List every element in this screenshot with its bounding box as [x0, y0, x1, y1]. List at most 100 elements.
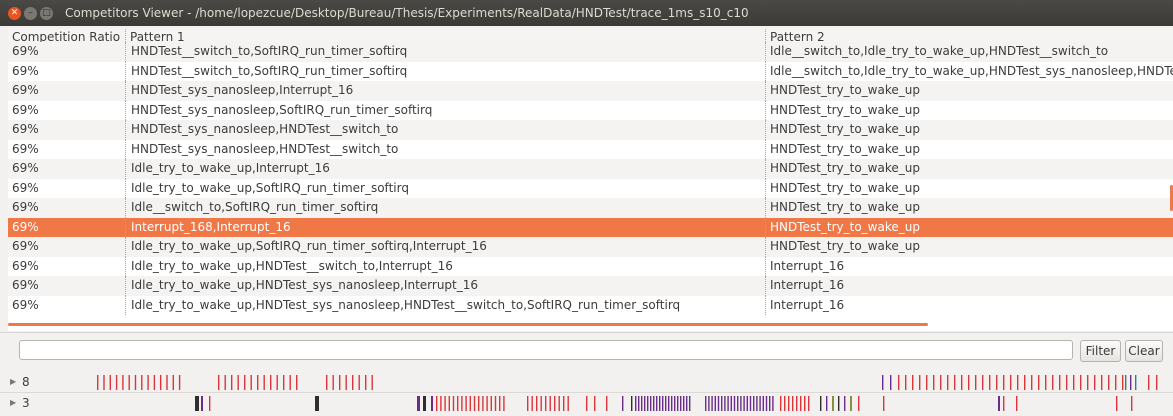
table-row[interactable]: 69% Idle_try_to_wake_up,HNDTest_sys_nanos… [8, 276, 1173, 296]
trace-event-mark [237, 375, 239, 390]
trace-event-mark [968, 375, 970, 390]
cell-pattern1: Idle_try_to_wake_up,HNDTest_sys_nanoslee… [125, 295, 765, 315]
trace-event-mark [883, 396, 885, 411]
trace-event-mark [705, 396, 707, 411]
trace-event-mark [858, 396, 860, 411]
trace-event-mark [631, 396, 633, 411]
trace-event-mark [115, 375, 118, 390]
trace-event-mark [109, 375, 111, 390]
trace-event-mark [549, 396, 551, 411]
trace-event-mark [1148, 375, 1150, 390]
table-row[interactable]: 69% HNDTest_sys_nanosleep,SoftIRQ_run_tim… [8, 100, 1173, 120]
table-row[interactable]: 69% HNDTest__switch_to,SoftIRQ_run_timer_… [8, 61, 1173, 81]
cell-pattern1: HNDTest_sys_nanosleep,HNDTest__switch_to [125, 139, 765, 159]
trace-event-mark [178, 375, 181, 390]
table-row[interactable]: 69% Idle_try_to_wake_up,SoftIRQ_run_timer… [8, 178, 1173, 198]
table-row[interactable]: 69% HNDTest__switch_to,SoftIRQ_run_timer_… [8, 42, 1173, 62]
trace-event-mark [283, 375, 285, 390]
filter-input[interactable] [19, 340, 1073, 360]
table-row[interactable]: 69% HNDTest_sys_nanosleep,HNDTest__switch… [8, 139, 1173, 159]
trace-event-mark [153, 375, 156, 390]
maximize-icon[interactable]: □ [40, 6, 53, 20]
trace-event-mark [122, 375, 124, 390]
table-row[interactable]: 69% HNDTest_sys_nanosleep,Interrupt_16 HND… [8, 81, 1173, 101]
trace-event-mark [244, 375, 246, 390]
trace-event-mark [160, 375, 162, 390]
trace-event-mark [759, 396, 761, 411]
trace-event-mark [270, 375, 272, 390]
trace-event-mark [743, 396, 745, 411]
minimize-icon[interactable]: – [24, 6, 37, 20]
trace-event-mark [554, 396, 556, 411]
close-icon[interactable]: ✕ [8, 6, 21, 20]
trace-event-mark [339, 375, 341, 390]
trace-event-mark [708, 396, 710, 411]
cell-ratio: 69% [12, 102, 39, 117]
cell-pattern2: HNDTest_try_to_wake_up [765, 120, 1173, 140]
trace-event-mark [644, 396, 646, 411]
table-row[interactable]: 69% Idle_try_to_wake_up,HNDTest_sys_nanos… [8, 295, 1173, 315]
trace-event-mark [1101, 375, 1103, 390]
trace-track-2[interactable]: ▶ 3 [0, 394, 1173, 413]
trace-event-mark [890, 375, 892, 390]
trace-event-mark [1010, 375, 1012, 390]
trace-event-mark [622, 396, 624, 411]
clear-button[interactable]: Clear [1125, 340, 1163, 362]
trace-event-mark [677, 396, 679, 411]
cell-pattern2: Interrupt_16 [765, 295, 1173, 315]
trace-event-mark [172, 375, 174, 390]
trace-event-mark [792, 396, 794, 411]
trace-event-mark [674, 396, 676, 411]
table-row[interactable]: 69% Idle_try_to_wake_up,HNDTest__switch_t… [8, 256, 1173, 276]
trace-event-mark [912, 375, 914, 390]
trace-event-mark [982, 375, 984, 390]
trace-event-mark [850, 396, 852, 411]
trace-event-mark [933, 375, 935, 390]
trace-event-mark [656, 396, 658, 411]
cell-ratio: 69% [12, 200, 39, 214]
trace-event-mark [586, 396, 588, 411]
competitors-table: Competition Ratio Pattern 1 Pattern 2 69… [8, 29, 1173, 331]
cell-ratio: 69% [12, 297, 39, 312]
cell-ratio: 69% [12, 83, 39, 97]
trace-event-mark [558, 396, 560, 411]
trace-event-mark [717, 396, 720, 411]
trace-event-mark [1031, 375, 1033, 390]
trace-event-mark [800, 396, 802, 411]
trace-event-mark [440, 396, 442, 411]
trace-event-mark [469, 396, 471, 411]
trace-event-mark [417, 396, 420, 411]
cell-pattern2: HNDTest_try_to_wake_up [765, 178, 1173, 198]
table-row[interactable]: 69% HNDTest_sys_nanosleep,HNDTest__switch… [8, 120, 1173, 140]
trace-event-mark [989, 375, 991, 390]
cell-pattern2: HNDTest_try_to_wake_up [765, 159, 1173, 179]
trace-event-mark [668, 396, 670, 411]
filter-button[interactable]: Filter [1080, 340, 1121, 362]
cell-ratio: 69% [12, 180, 39, 195]
trace-event-mark [527, 396, 529, 411]
trace-event-mark [635, 396, 637, 411]
track-events [97, 375, 1158, 390]
table-row[interactable]: 69% Interrupt_168,Interrupt_16 HNDTest_try… [8, 217, 1173, 237]
trace-event-mark [650, 396, 652, 411]
trace-event-mark [740, 396, 742, 411]
trace-event-mark [788, 396, 790, 411]
table-row[interactable]: 69% Idle__switch_to,SoftIRQ_run_timer_sof… [8, 198, 1173, 218]
trace-event-mark [482, 396, 484, 411]
horizontal-scrollbar[interactable] [8, 323, 928, 326]
trace-event-mark [1131, 396, 1133, 411]
trace-event-mark [536, 396, 538, 411]
trace-event-mark [201, 396, 203, 411]
trace-event-mark [749, 396, 752, 411]
trace-event-mark [289, 375, 291, 390]
cell-ratio: 69% [12, 278, 39, 292]
trace-event-mark [345, 375, 347, 390]
trace-event-mark [721, 396, 723, 411]
trace-track-1[interactable]: ▶ 8 [0, 373, 1173, 392]
trace-event-mark [724, 396, 726, 411]
trace-event-mark [224, 375, 226, 390]
table-row[interactable]: 69% Idle_try_to_wake_up,Interrupt_16 HNDTe… [8, 159, 1173, 179]
trace-event-mark [961, 375, 963, 390]
trace-event-mark [808, 396, 810, 411]
table-row[interactable]: 69% Idle_try_to_wake_up,SoftIRQ_run_timer… [8, 237, 1173, 257]
